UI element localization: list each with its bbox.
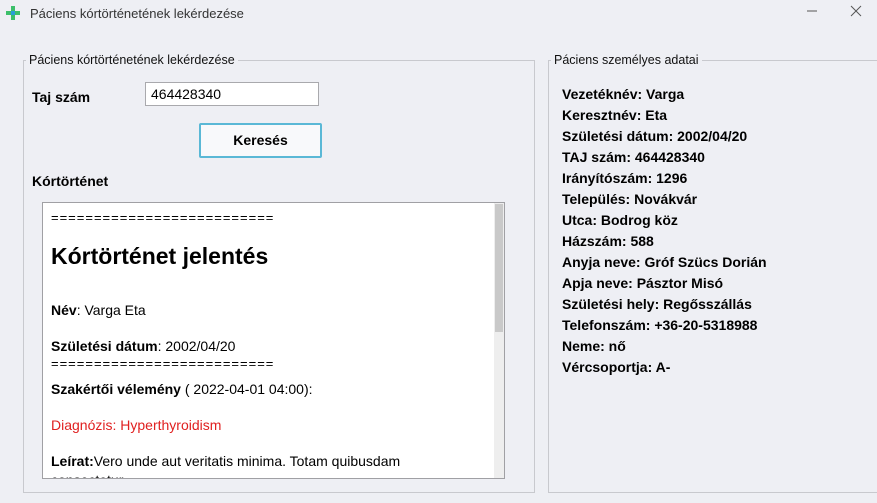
personal-street: Utca: Bodrog köz (562, 212, 678, 228)
taj-input[interactable] (145, 82, 319, 106)
report-opinion-line: Szakértői vélemény ( 2022-04-01 04:00): (51, 381, 313, 397)
personal-gender: Neme: nő (562, 338, 626, 354)
history-scrollbar-thumb[interactable] (495, 204, 503, 332)
report-desc-label: Leírat: (51, 453, 94, 469)
minimize-button[interactable] (792, 2, 832, 24)
title-bar: Páciens kórtörténetének lekérdezése (0, 0, 877, 28)
personal-blood-type: Vércsoportja: A- (562, 359, 671, 375)
report-name-label: Név (51, 302, 77, 318)
personal-mother-name: Anyja neve: Gróf Szücs Dorián (562, 254, 767, 270)
report-desc-value: Vero unde aut veritatis minima. Totam qu… (93, 453, 401, 469)
personal-phone: Telefonszám: +36-20-5318988 (562, 317, 758, 333)
report-diagnosis: Diagnózis: Hyperthyroidism (51, 417, 222, 433)
history-report-box[interactable]: ========================== Kórtörténet j… (42, 202, 505, 479)
query-panel-legend: Páciens kórtörténetének lekérdezése (26, 53, 238, 67)
personal-taj-number: TAJ szám: 464428340 (562, 149, 705, 165)
history-label: Kórtörténet (32, 173, 109, 189)
personal-father-name: Apja neve: Pásztor Misó (562, 275, 724, 291)
report-title: Kórtörténet jelentés (51, 243, 269, 269)
medical-cross-icon (6, 6, 20, 20)
taj-label: Taj szám (32, 89, 91, 105)
report-dob-line: Születési dátum: 2002/04/20 (51, 338, 235, 354)
report-name-value: : Varga Eta (76, 302, 146, 318)
report-dob-label: Születési dátum (51, 338, 158, 354)
search-button[interactable]: Keresés (199, 123, 322, 158)
report-name-line: Név: Varga Eta (51, 302, 146, 318)
report-separator: ========================== (51, 210, 275, 225)
minimize-icon (807, 10, 817, 12)
personal-birth-date: Születési dátum: 2002/04/20 (562, 128, 748, 144)
personal-data-list: Vezetéknév: Varga Keresztnév: Eta Szület… (562, 84, 767, 378)
report-dob-value: : 2002/04/20 (157, 338, 236, 354)
close-icon (850, 5, 862, 17)
report-desc-line: Leírat:Vero unde aut veritatis minima. T… (51, 453, 400, 469)
report-separator: ========================== (51, 356, 275, 371)
personal-zip-code: Irányítószám: 1296 (562, 170, 688, 186)
personal-last-name: Vezetéknév: Varga (562, 86, 685, 102)
history-scrollbar[interactable] (494, 203, 504, 478)
report-desc-continuation: consectetur (51, 472, 123, 478)
report-opinion-label: Szakértői vélemény (51, 381, 181, 397)
personal-house-number: Házszám: 588 (562, 233, 654, 249)
window-title: Páciens kórtörténetének lekérdezése (30, 6, 244, 21)
personal-first-name: Keresztnév: Eta (562, 107, 668, 123)
report-opinion-date: ( 2022-04-01 04:00): (180, 381, 313, 397)
personal-birth-place: Születési hely: Regősszállás (562, 296, 752, 312)
close-button[interactable] (836, 2, 876, 24)
personal-data-legend: Páciens személyes adatai (551, 53, 702, 67)
personal-city: Település: Novákvár (562, 191, 698, 207)
